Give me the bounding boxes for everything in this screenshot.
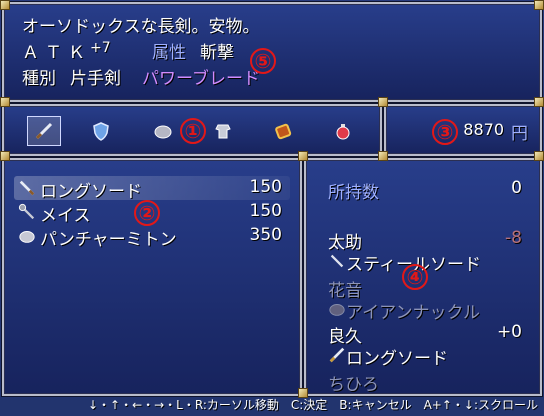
owned-value: 0	[511, 178, 522, 198]
actor-name: ちひろ	[328, 375, 379, 395]
actor-diff: +0	[496, 322, 522, 342]
annotation-4: ④	[402, 264, 428, 290]
item-price: 350	[249, 225, 282, 245]
status-window: 所持数 0 太助 -8 スティールソード 花音 アイアンナックル 良久 +0 ロ…	[304, 158, 542, 396]
sword-icon	[326, 344, 348, 366]
annotation-1: ①	[180, 118, 206, 144]
attr-label: 属性	[152, 43, 186, 63]
armor-icon[interactable]	[212, 120, 234, 142]
frame-corner	[378, 97, 388, 107]
sword-icon	[16, 177, 38, 199]
atk-label: ＡＴＫ	[22, 43, 91, 63]
shield-icon[interactable]	[90, 120, 112, 142]
dagger-icon	[326, 250, 348, 272]
gauntlet-icon[interactable]	[152, 120, 174, 142]
attr-value: 斬撃	[200, 43, 234, 63]
item-description: オーソドックスな長剣。安物。	[22, 17, 260, 37]
gold-unit: 円	[511, 124, 528, 144]
annotation-2: ②	[134, 200, 160, 226]
knuckle-icon	[326, 298, 348, 320]
frame-corner	[378, 151, 388, 161]
actor-weapon: アイアンナックル	[346, 303, 480, 323]
gold-value: 8870	[463, 120, 504, 139]
item-price: 150	[249, 177, 282, 197]
frame-corner	[534, 0, 544, 10]
frame-corner	[534, 97, 544, 107]
item-description-window: オーソドックスな長剣。安物。 ＡＴＫ +7 属性 斬撃 種別 片手剣 パワーブレ…	[2, 2, 542, 102]
actor-diff: -8	[505, 228, 522, 248]
frame-corner	[0, 0, 10, 10]
accessory-icon[interactable]	[272, 120, 294, 142]
annotation-3: ③	[432, 119, 458, 145]
frame-corner	[534, 151, 544, 161]
type-label: 種別	[22, 69, 56, 89]
owned-label: 所持数	[328, 183, 379, 203]
item-name: メイス	[40, 206, 91, 226]
skill-value: パワーブレード	[142, 69, 260, 89]
sword-icon[interactable]	[33, 120, 55, 142]
actor-weapon: ロングソード	[346, 349, 448, 369]
controls-help-bar: ↓・↑・←・→・L・R:カーソル移動 C:決定 B:キャンセル A+↑・↓:スク…	[87, 398, 538, 412]
item-name: ロングソード	[40, 182, 142, 202]
mace-icon	[16, 201, 38, 223]
atk-value: +7	[90, 40, 111, 56]
item-price: 150	[249, 201, 282, 221]
potion-icon[interactable]	[332, 120, 354, 142]
frame-corner	[0, 97, 10, 107]
frame-corner	[0, 151, 10, 161]
frame-corner	[298, 151, 308, 161]
annotation-5: ⑤	[250, 48, 276, 74]
type-value: 片手剣	[70, 69, 121, 89]
item-name: パンチャーミトン	[40, 230, 177, 250]
glove-icon	[16, 225, 38, 247]
gold-window: 8870 円 ③	[384, 104, 542, 156]
